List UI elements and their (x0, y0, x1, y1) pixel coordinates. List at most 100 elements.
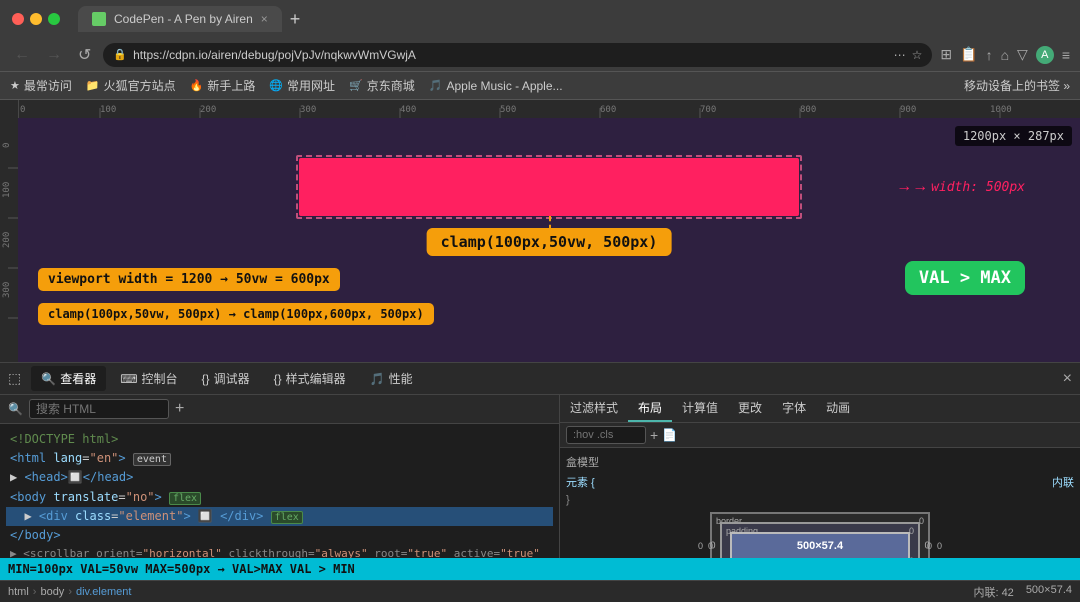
devtools-content: 🔍 + <!DOCTYPE html> <html lang="en"> eve… (0, 395, 1080, 558)
horizontal-ruler: 0 100 200 300 400 500 600 700 800 900 10… (0, 100, 1080, 118)
styles-tab-bar: 过滤样式 布局 计算值 更改 字体 动画 (560, 395, 1080, 423)
breadcrumb-body[interactable]: body (40, 586, 64, 598)
svg-text:100: 100 (100, 105, 116, 115)
clamp-label: clamp(100px,50vw, 500px) (427, 228, 672, 256)
html-content: <!DOCTYPE html> <html lang="en"> event ▶… (0, 424, 559, 558)
bookmark-firefox[interactable]: 📁 火狐官方站点 (86, 77, 176, 94)
bookmark-common[interactable]: 🌐 常用网址 (269, 77, 335, 94)
tab-style-editor[interactable]: {} 样式编辑器 (264, 366, 356, 391)
padding-left: 0 (708, 541, 713, 551)
breadcrumb-bar: html › body › div.element 内联: 42 500×57.… (0, 580, 1080, 602)
devtools-panel: ⬚ 🔍 查看器 ⌨ 控制台 {} 调试器 {} 样式编辑器 🎵 性能 × (0, 362, 1080, 602)
html-line-scrollbar-h: ▶ <scrollbar orient="horizontal" clickth… (6, 545, 553, 558)
bookmark-star-icon[interactable]: ☆ (912, 48, 923, 62)
refresh-button[interactable]: ↺ (74, 43, 95, 67)
svg-text:100: 100 (2, 182, 12, 198)
bookmark-apple-music[interactable]: 🎵 Apple Music - Apple... (429, 79, 563, 93)
bookmark-jd[interactable]: 🛒 京东商城 (349, 77, 415, 94)
bookmark-frequent[interactable]: ★ 最常访问 (10, 77, 72, 94)
tab-debugger[interactable]: {} 调试器 (192, 366, 260, 391)
svg-text:200: 200 (2, 232, 12, 248)
tab-animations[interactable]: 动画 (816, 395, 860, 422)
forward-button[interactable]: → (42, 44, 66, 66)
add-node-button[interactable]: + (175, 400, 184, 418)
debugger-label: 调试器 (214, 370, 250, 387)
tab-inspector[interactable]: 🔍 查看器 (31, 366, 106, 391)
browser-toolbar: ← → ↺ 🔒 https://cdpn.io/airen/debug/pojV… (0, 38, 1080, 72)
tab-bar: CodePen - A Pen by Airen × + (78, 6, 1068, 32)
address-bar[interactable]: 🔒 https://cdpn.io/airen/debug/pojVpJv/nq… (103, 43, 932, 67)
screenshot-icon[interactable]: 📋 (960, 46, 977, 63)
html-line-body-close: </body> (6, 526, 553, 545)
debugger-icon: {} (202, 372, 210, 386)
close-button[interactable] (12, 13, 24, 25)
devtools-close-button[interactable]: × (1063, 370, 1072, 388)
breadcrumb-html[interactable]: html (8, 586, 29, 598)
padding-right: 0 (927, 541, 932, 551)
tab-console[interactable]: ⌨ 控制台 (110, 366, 187, 391)
bookmark-label: 常用网址 (287, 77, 335, 94)
bookmark-label: 京东商城 (367, 77, 415, 94)
browser-window: CodePen - A Pen by Airen × + ← → ↺ 🔒 htt… (0, 0, 1080, 602)
tab-computed[interactable]: 计算值 (672, 395, 728, 422)
rule-close: } (566, 494, 1074, 506)
page-canvas: 1200px × 287px →→ width: 500px clamp(100… (18, 118, 1080, 362)
plus-icon[interactable]: + (650, 427, 658, 443)
url-display: https://cdpn.io/airen/debug/pojVpJv/nqkw… (133, 48, 888, 62)
clamp-bottom-label: clamp(100px,50vw, 500px) → clamp(100px,6… (38, 303, 434, 325)
music-icon: 🎵 (429, 79, 443, 92)
width-label: width: 500px (931, 180, 1025, 195)
performance-icon: 🎵 (370, 372, 385, 386)
minimize-button[interactable] (30, 13, 42, 25)
html-search-input[interactable] (29, 399, 169, 419)
menu-icon[interactable]: ≡ (1062, 47, 1070, 63)
box-model-visual: border 0 padding 0 500×57.4 0 0 (566, 512, 1074, 558)
width-annotation: →→ width: 500px (896, 178, 1025, 196)
content-size: 500×57.4 (742, 540, 898, 552)
html-line-head: ▶ <head>🔲</head> (6, 468, 553, 487)
mobile-bookmarks[interactable]: 移动设备上的书签 » (964, 77, 1070, 94)
active-tab[interactable]: CodePen - A Pen by Airen × (78, 6, 282, 32)
svg-text:600: 600 (600, 105, 616, 115)
breadcrumb-div-element[interactable]: div.element (76, 586, 131, 598)
star-icon: ★ (10, 79, 20, 92)
devtools-tab-bar: ⬚ 🔍 查看器 ⌨ 控制台 {} 调试器 {} 样式编辑器 🎵 性能 × (0, 363, 1080, 395)
share-icon[interactable]: ↑ (986, 47, 993, 63)
size-badge: 1200px × 287px (955, 126, 1072, 146)
bookmark-label: 最常访问 (24, 77, 72, 94)
svg-text:400: 400 (400, 105, 416, 115)
profile-icon[interactable]: A (1036, 46, 1054, 64)
home-icon[interactable]: ⌂ (1001, 47, 1009, 63)
layout-panel: 盒模型 元素 { 内联 } border 0 (560, 448, 1080, 558)
inline-size-label: 内联: 42 (973, 584, 1013, 600)
tab-close-button[interactable]: × (261, 12, 268, 26)
tab-performance[interactable]: 🎵 性能 (360, 366, 423, 391)
download-icon[interactable]: ▽ (1017, 46, 1028, 63)
svg-text:700: 700 (700, 105, 716, 115)
tab-fonts[interactable]: 字体 (772, 395, 816, 422)
extensions-icon[interactable]: ⊞ (940, 46, 952, 63)
breadcrumb-right: 内联: 42 500×57.4 (973, 584, 1072, 600)
element-size-label: 500×57.4 (1026, 584, 1072, 600)
html-line-div-element: ▶ <div class="element"> 🔲 </div> flex (6, 507, 553, 526)
fire-icon: 🔥 (190, 79, 204, 92)
filter-input[interactable] (566, 426, 646, 444)
svg-text:500: 500 (500, 105, 516, 115)
tab-layout[interactable]: 布局 (628, 395, 672, 422)
tab-changes[interactable]: 更改 (728, 395, 772, 422)
inspect-icon[interactable]: ⬚ (8, 370, 21, 387)
border-left: 0 (698, 541, 703, 551)
border-right: 0 (937, 541, 942, 551)
svg-text:800: 800 (800, 105, 816, 115)
tab-filter-styles[interactable]: 过滤样式 (560, 395, 628, 422)
new-tab-button[interactable]: + (290, 9, 301, 30)
html-line-doctype: <!DOCTYPE html> (6, 430, 553, 449)
folder-icon: 📁 (86, 79, 100, 92)
back-button[interactable]: ← (10, 44, 34, 66)
maximize-button[interactable] (48, 13, 60, 25)
bookmark-label: 新手上路 (207, 77, 255, 94)
bookmark-newbie[interactable]: 🔥 新手上路 (190, 77, 256, 94)
padding-value-bottom: 0 (909, 556, 914, 558)
content-box: 500×57.4 0 0 (730, 532, 910, 558)
svg-text:0: 0 (20, 105, 25, 115)
